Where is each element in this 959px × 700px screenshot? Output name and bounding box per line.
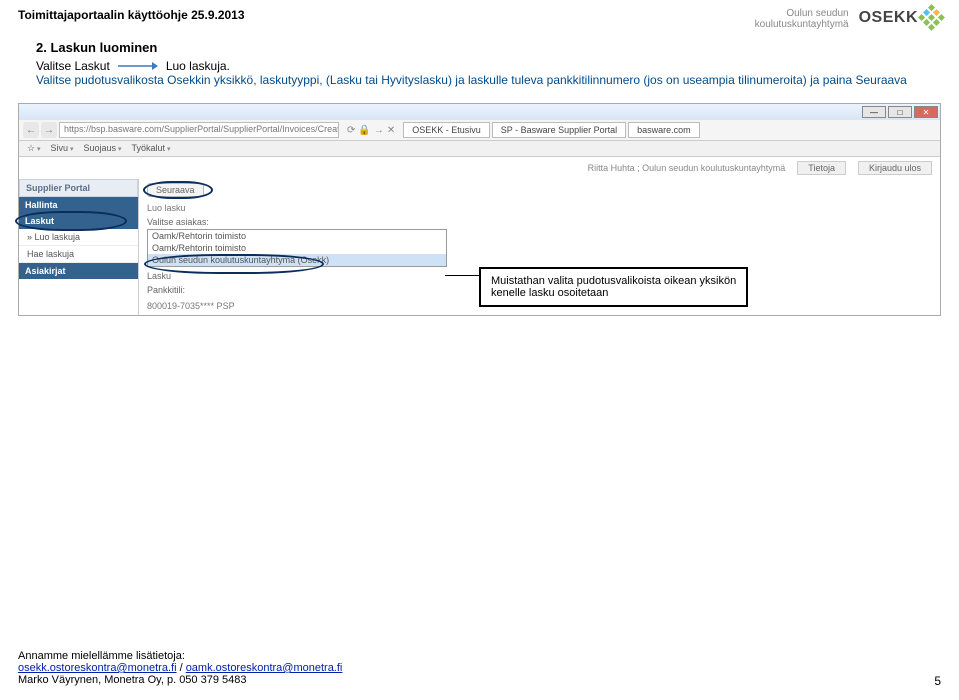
brand-line2: koulutuskuntayhtymä [755,19,849,30]
footer-separator: / [177,662,186,674]
brand-logo-text: OSEKK [859,9,918,27]
portal-link-info[interactable]: Tietoja [797,161,846,175]
select-label: Valitse asiakas: [147,217,932,227]
customer-select[interactable]: Oamk/Rehtorin toimisto Oamk/Rehtorin toi… [147,229,447,267]
portal-link-logout[interactable]: Kirjaudu ulos [858,161,932,175]
portal-topbar: Riitta Huhta ; Oulun seudun koulutuskunt… [19,157,940,179]
intro-right: Luo laskuja. [166,59,230,73]
document-title: Toimittajaportaalin käyttöohje 25.9.2013 [18,8,245,22]
forward-icon[interactable]: → [41,122,57,138]
toolbar-item[interactable]: Työkalut [132,143,171,154]
brand-logo: OSEKK [859,8,941,27]
portal-content: Riitta Huhta ; Oulun seudun koulutuskunt… [19,157,940,315]
sidebar-item-create[interactable]: » Luo laskuja [19,229,138,246]
browser-tab[interactable]: basware.com [628,122,700,138]
window-minimize-button[interactable]: — [862,106,886,118]
browser-tabs: OSEKK - Etusivu SP - Basware Supplier Po… [403,122,936,138]
footer: Annamme mielellämme lisätietoja: osekk.o… [18,650,941,686]
brand-subtitle: Oulun seudun koulutuskuntayhtymä [755,8,849,30]
footer-email1[interactable]: osekk.ostoreskontra@monetra.fi [18,662,177,674]
browser-toolbar: ☆ Sivu Suojaus Työkalut [19,141,940,157]
brand-block: Oulun seudun koulutuskuntayhtymä OSEKK [755,8,941,30]
arrow-icon [118,61,158,71]
toolbar-item[interactable]: ☆ [27,143,41,154]
page-number: 5 [934,674,941,688]
annotation-oval [143,181,213,199]
lock-icon: 🔒 [358,125,370,136]
sidebar-section-asiakirjat[interactable]: Asiakirjat [19,263,138,279]
back-icon[interactable]: ← [23,122,39,138]
window-maximize-button[interactable]: □ [888,106,912,118]
sidebar-section-laskut[interactable]: Laskut [19,213,138,229]
footer-email2[interactable]: oamk.ostoreskontra@monetra.fi [186,662,343,674]
window-close-button[interactable]: ✕ [914,106,938,118]
user-meta: Riitta Huhta ; Oulun seudun koulutuskunt… [588,163,786,173]
sidebar-title: Supplier Portal [19,179,138,197]
browser-tab[interactable]: OSEKK - Etusivu [403,122,490,138]
portal-main: Seuraava Luo lasku Valitse asiakas: Oamk… [139,179,940,315]
browser-tab[interactable]: SP - Basware Supplier Portal [492,122,626,138]
go-icon[interactable]: → [374,125,384,136]
sidebar-item-label: Luo laskuja [35,232,81,242]
address-bar-row: ← → https://bsp.basware.com/SupplierPort… [19,120,940,141]
brand-dots-icon [918,4,945,31]
reload-icon[interactable]: ⟳ [347,125,355,136]
footer-contact: Marko Väyrynen, Monetra Oy, p. 050 379 5… [18,674,941,686]
select-option[interactable]: Oamk/Rehtorin toimisto [148,230,446,242]
sidebar: Supplier Portal Hallinta Laskut » Luo la… [19,179,139,315]
window-titlebar: — □ ✕ [19,104,940,120]
stop-icon[interactable]: ✕ [387,125,395,136]
sidebar-item-search[interactable]: Hae laskuja [19,246,138,263]
annotation-oval [15,211,127,231]
footer-info-label: Annamme mielellämme lisätietoja: [18,650,941,662]
browser-window: — □ ✕ ← → https://bsp.basware.com/Suppli… [18,103,941,316]
callout-line2: kenelle lasku osoitetaan [491,287,736,299]
callout-line1: Muistathan valita pudotusvalikoista oike… [491,275,736,287]
toolbar-item[interactable]: Sivu [51,143,74,154]
intro-detail: Valitse pudotusvalikosta Osekkin yksikkö… [36,73,923,87]
address-icons: ⟳ 🔒 → ✕ [347,125,395,136]
address-bar[interactable]: https://bsp.basware.com/SupplierPortal/S… [59,122,339,138]
annotation-oval [144,254,324,274]
callout-note: Muistathan valita pudotusvalikoista oike… [479,267,748,307]
select-option[interactable]: Oamk/Rehtorin toimisto [148,242,446,254]
section-heading: 2. Laskun luominen [36,40,923,55]
toolbar-item[interactable]: Suojaus [84,143,122,154]
intro-left: Valitse Laskut [36,59,110,73]
brand-line1: Oulun seudun [755,8,849,19]
breadcrumb: Luo lasku [147,203,932,213]
